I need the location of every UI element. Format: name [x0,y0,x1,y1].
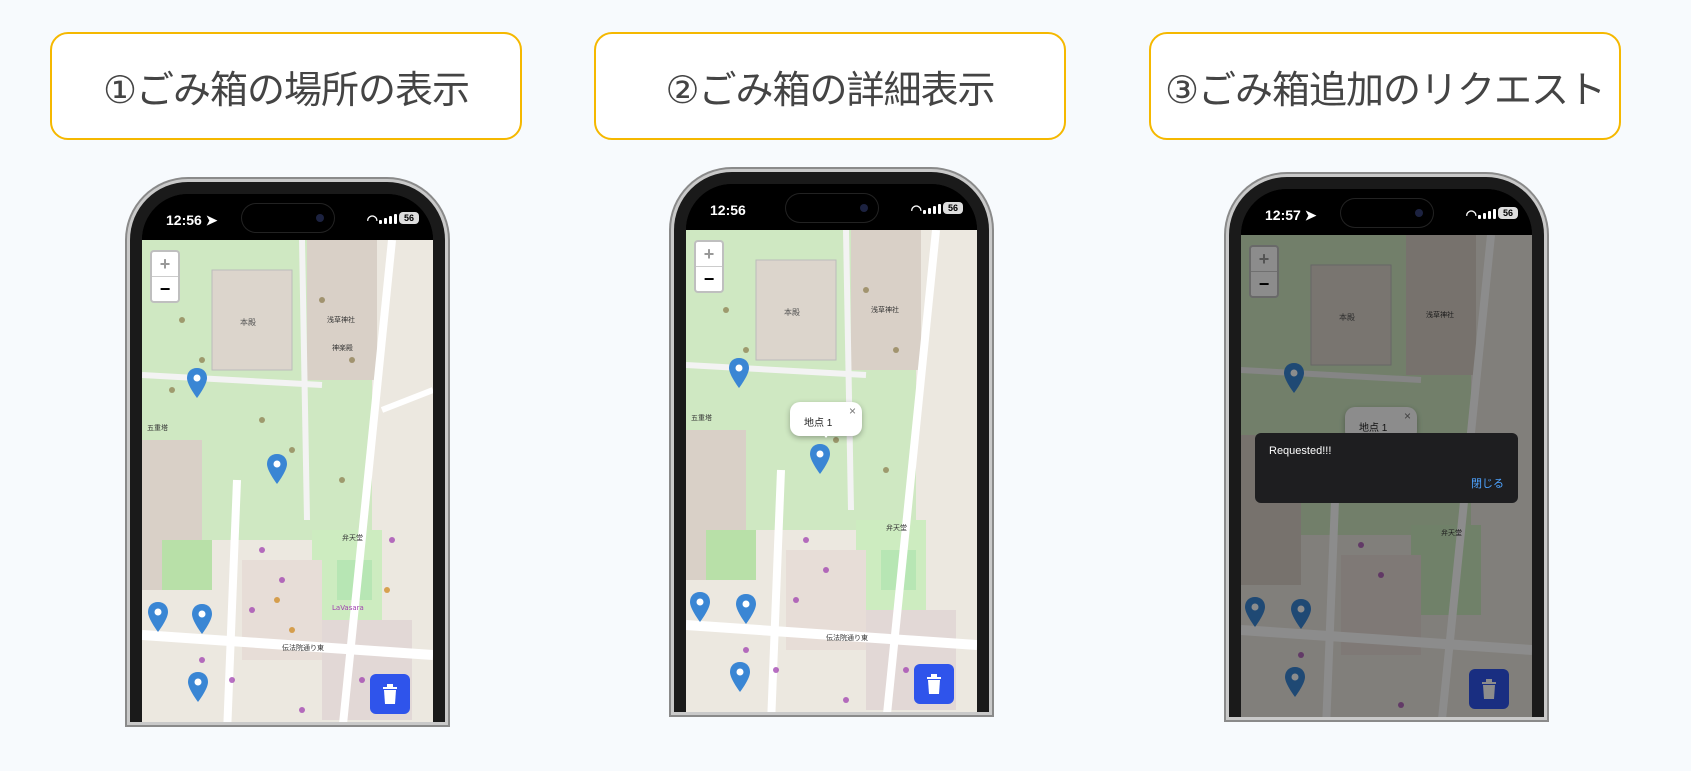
svg-text:弁天堂: 弁天堂 [886,523,907,532]
zoom-in-button[interactable]: + [152,252,178,277]
svg-text:本殿: 本殿 [240,317,256,327]
popup-label: 地点 1 [804,418,833,429]
signal-icon [923,204,941,214]
svg-text:五重塔: 五重塔 [691,413,712,422]
map-pin-icon[interactable] [148,602,168,632]
status-time: 12:56 ➤ [166,212,218,228]
dynamic-island [785,194,878,222]
svg-text:LaVasara: LaVasara [332,604,364,612]
status-time: 12:56 [710,202,746,218]
map-pin-icon[interactable] [690,592,710,622]
phone-frame: 12:56 ◠ 56 本殿 浅草神社 五重塔 弁天堂 伝法院通り東 + − 地点… [674,172,989,712]
status-bar: 12:57 ➤ ◠ 56 [1241,189,1532,235]
snackbar-message: Requested!!! [1269,445,1332,457]
phone-screen: 12:56 ➤ ◠ 56 本殿 浅草神社 神楽殿 五重塔 弁天堂 伝法院通り東 … [142,194,433,722]
svg-text:弁天堂: 弁天堂 [342,533,363,542]
panel-1: ①ごみ箱の場所の表示 12:56 ➤ ◠ 56 本殿 浅草神社 神楽殿 五重塔 … [50,0,530,771]
snackbar-close-button[interactable]: 閉じる [1471,475,1504,491]
battery-icon: 56 [399,212,419,224]
phone-screen: 12:56 ◠ 56 本殿 浅草神社 五重塔 弁天堂 伝法院通り東 + − 地点… [686,184,977,712]
dynamic-island [241,204,334,232]
trash-icon [383,684,397,704]
map-pin-icon[interactable] [730,662,750,692]
map-pin-icon[interactable] [729,358,749,388]
phone-frame: 12:56 ➤ ◠ 56 本殿 浅草神社 神楽殿 五重塔 弁天堂 伝法院通り東 … [130,182,445,722]
close-icon[interactable]: × [849,404,856,418]
panel-title: ③ごみ箱追加のリクエスト [1149,32,1621,140]
signal-icon [379,214,397,224]
add-trash-button[interactable] [914,664,954,704]
panel-title: ①ごみ箱の場所の表示 [50,32,522,140]
panel-title: ②ごみ箱の詳細表示 [594,32,1066,140]
svg-text:浅草神社: 浅草神社 [327,315,355,324]
svg-text:五重塔: 五重塔 [147,423,168,432]
zoom-control: + − [694,240,724,293]
signal-icon [1478,209,1496,219]
wifi-icon: ◠ [366,212,378,227]
svg-text:伝法院通り東: 伝法院通り東 [826,633,868,642]
dynamic-island [1340,199,1433,227]
svg-text:本殿: 本殿 [784,307,800,317]
map-tiles: 本殿 浅草神社 五重塔 弁天堂 伝法院通り東 [686,230,977,712]
marker-popup: 地点 1 × [790,402,862,438]
svg-text:浅草神社: 浅草神社 [871,305,899,314]
phone-frame: 12:57 ➤ ◠ 56 本殿 浅草神社 弁天堂 + − 地点 1 × Requ… [1229,177,1544,717]
zoom-out-button[interactable]: − [152,277,178,301]
zoom-in-button[interactable]: + [696,242,722,267]
battery-icon: 56 [943,202,963,214]
panel-3: ③ごみ箱追加のリクエスト 12:57 ➤ ◠ 56 本殿 浅草神社 弁天堂 + … [1149,0,1629,771]
zoom-out-button[interactable]: − [696,267,722,291]
svg-text:神楽殿: 神楽殿 [332,343,353,352]
panel-2: ②ごみ箱の詳細表示 12:56 ◠ 56 本殿 浅草神社 五重塔 弁天堂 伝法院… [594,0,1074,771]
trash-icon [927,674,941,694]
map-tiles: 本殿 浅草神社 神楽殿 五重塔 弁天堂 伝法院通り東 LaVasara [142,240,433,722]
map[interactable]: 本殿 浅草神社 五重塔 弁天堂 伝法院通り東 + − 地点 1 × [686,230,977,712]
map-pin-icon[interactable] [192,604,212,634]
wifi-icon: ◠ [910,202,922,217]
map-pin-icon[interactable] [810,444,830,474]
map-pin-icon[interactable] [736,594,756,624]
phone-screen: 12:57 ➤ ◠ 56 本殿 浅草神社 弁天堂 + − 地点 1 × Requ… [1241,189,1532,717]
wifi-icon: ◠ [1465,207,1477,222]
snackbar: Requested!!! 閉じる [1255,433,1518,503]
status-bar: 12:56 ◠ 56 [686,184,977,230]
map-pin-icon[interactable] [267,454,287,484]
add-trash-button[interactable] [370,674,410,714]
svg-text:伝法院通り東: 伝法院通り東 [282,643,324,652]
status-bar: 12:56 ➤ ◠ 56 [142,194,433,240]
battery-icon: 56 [1498,207,1518,219]
zoom-control: + − [150,250,180,303]
map-pin-icon[interactable] [187,368,207,398]
map-pin-icon[interactable] [188,672,208,702]
map[interactable]: 本殿 浅草神社 神楽殿 五重塔 弁天堂 伝法院通り東 LaVasara + − [142,240,433,722]
status-time: 12:57 ➤ [1265,207,1317,223]
